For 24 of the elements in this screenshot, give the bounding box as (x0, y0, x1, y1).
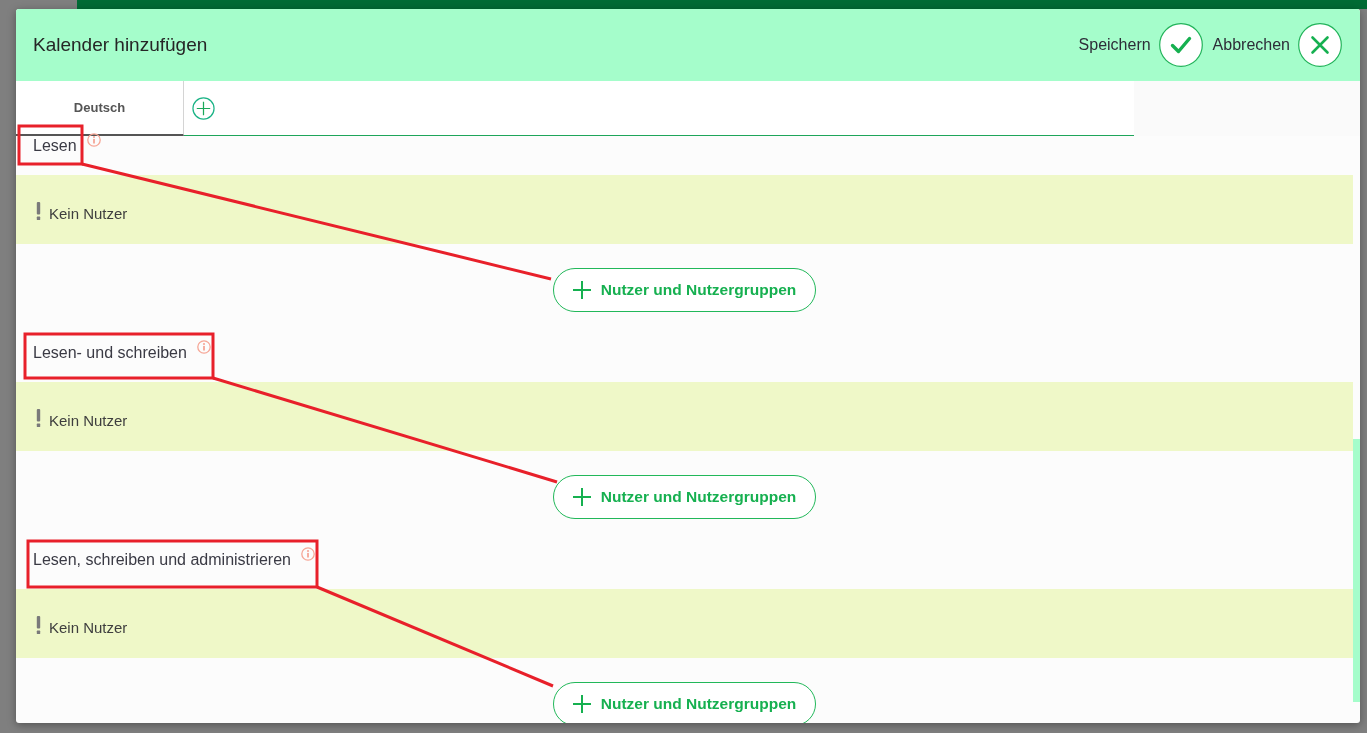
info-icon (86, 133, 101, 147)
exclamation-icon (36, 201, 41, 220)
section-title: Lesen- und schreiben (33, 343, 187, 363)
add-language-button[interactable] (192, 96, 215, 120)
notice-text: Kein Nutzer (49, 412, 128, 429)
plus-icon (571, 694, 592, 714)
info-icon (196, 340, 211, 354)
exclamation-icon (36, 615, 41, 634)
plus-icon (571, 280, 592, 300)
exclamation-icon (36, 408, 41, 427)
plus-icon (571, 487, 592, 507)
notice-text: Kein Nutzer (49, 205, 128, 222)
notice-text: Kein Nutzer (49, 619, 128, 636)
section-title: Lesen (33, 136, 77, 156)
scrollbar-thumb[interactable] (1353, 439, 1360, 702)
save-button[interactable]: Speichern (1078, 23, 1203, 67)
add-icon (192, 96, 215, 120)
section-title: Lesen, schreiben und administrieren (33, 550, 291, 570)
cancel-button[interactable]: Abbrechen (1212, 23, 1342, 67)
language-tab[interactable]: Deutsch (16, 81, 184, 136)
check-icon (1158, 23, 1203, 67)
info-icon (300, 547, 315, 561)
dialog-title: Kalender hinzufügen (33, 34, 208, 56)
close-icon (1298, 23, 1342, 67)
